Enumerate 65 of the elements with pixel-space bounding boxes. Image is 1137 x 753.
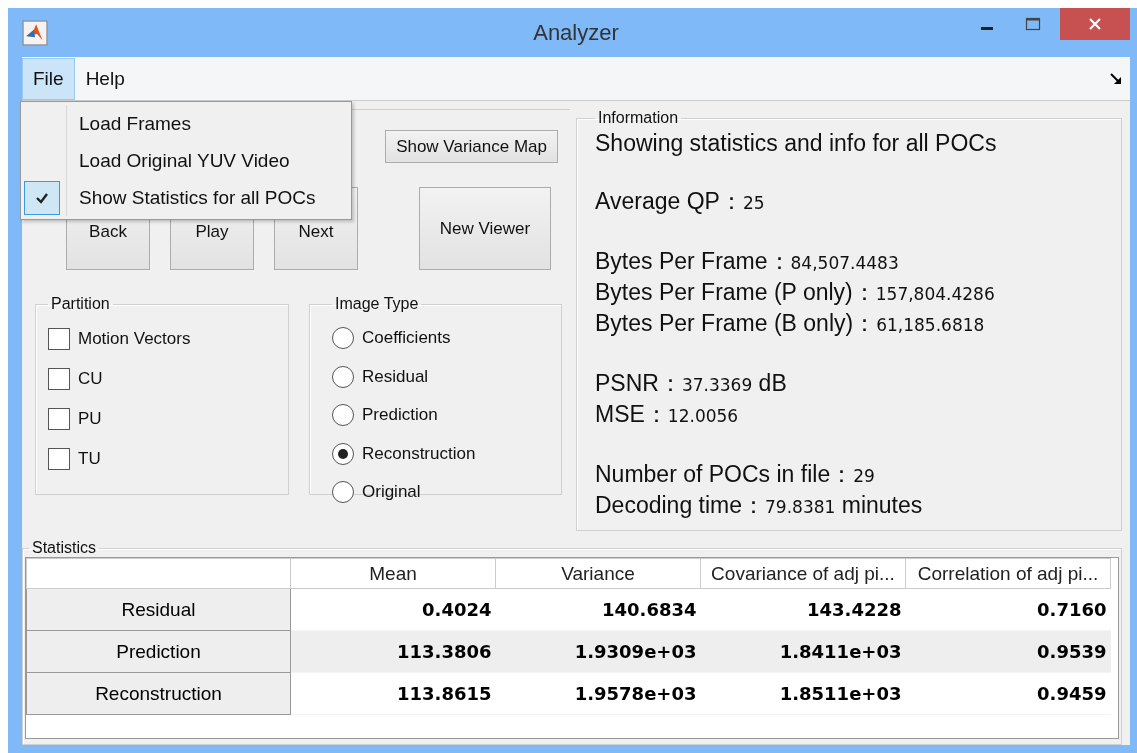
radio-button[interactable] bbox=[332, 327, 354, 350]
checkbox-box[interactable] bbox=[48, 368, 70, 390]
app-logo-icon bbox=[22, 19, 48, 46]
info-line: Average QP：25 bbox=[595, 187, 766, 216]
info-line: Showing statistics and info for all POCs bbox=[595, 129, 998, 158]
info-line: Number of POCs in file：29 bbox=[595, 460, 876, 489]
info-line: MSE：12.0056 bbox=[595, 400, 740, 429]
minimize-icon bbox=[981, 26, 993, 30]
info-line: Bytes Per Frame：84,507.4483 bbox=[595, 247, 900, 276]
show-variance-map-button[interactable]: Show Variance Map bbox=[385, 130, 558, 163]
checkbox-box[interactable] bbox=[48, 328, 70, 350]
info-line: Bytes Per Frame (P only)：157,804.4286 bbox=[595, 278, 996, 307]
menu-item[interactable]: Help bbox=[74, 57, 136, 100]
menu-item[interactable]: Load Frames bbox=[21, 105, 351, 142]
table-cell: 0.7160 bbox=[905, 588, 1111, 631]
table-cell: 1.8411e+03 bbox=[700, 630, 906, 673]
table-cell: 113.8615 bbox=[290, 672, 496, 715]
info-line: Decoding time：79.8381 minutes bbox=[595, 491, 924, 520]
checkbox-label: CU bbox=[78, 369, 103, 389]
panel-title: Information bbox=[597, 109, 680, 127]
table-cell: 0.9459 bbox=[905, 672, 1111, 715]
radio-label: Coefficients bbox=[362, 328, 451, 349]
table-cell: 0.4024 bbox=[290, 588, 496, 631]
radio-button[interactable] bbox=[332, 365, 354, 388]
checkbox-label: TU bbox=[78, 449, 101, 469]
row-header[interactable]: Residual bbox=[26, 588, 291, 631]
checkbox-label: PU bbox=[78, 409, 102, 429]
menu-item[interactable]: Load Original YUV Video bbox=[21, 142, 351, 179]
info-line: PSNR：37.3369 dB bbox=[595, 369, 788, 398]
table-cell: 140.6834 bbox=[495, 588, 701, 631]
info-line: Bytes Per Frame (B only)：61,185.6818 bbox=[595, 309, 986, 338]
new-viewer-button[interactable]: New Viewer bbox=[419, 187, 551, 270]
row-header[interactable]: Reconstruction bbox=[26, 672, 291, 715]
column-header[interactable]: Mean bbox=[290, 558, 496, 589]
radio-label: Original bbox=[362, 482, 421, 503]
checkbox-box[interactable] bbox=[48, 408, 70, 430]
checkbox-box[interactable] bbox=[48, 448, 70, 470]
radio-label: Residual bbox=[362, 366, 429, 387]
table-cell: 1.9309e+03 bbox=[495, 630, 701, 673]
dock-arrow-icon[interactable] bbox=[1110, 72, 1122, 85]
table-cell: 113.3806 bbox=[290, 630, 496, 673]
table-cell: 143.4228 bbox=[700, 588, 906, 631]
row-header[interactable]: Prediction bbox=[26, 630, 291, 673]
radio-button[interactable] bbox=[332, 481, 354, 504]
column-header[interactable]: Variance bbox=[495, 558, 701, 589]
checkbox[interactable]: PU bbox=[48, 399, 276, 439]
checkbox[interactable]: CU bbox=[48, 359, 276, 399]
checkbox[interactable]: TU bbox=[48, 439, 276, 479]
column-header[interactable]: Covariance of adj pi... bbox=[700, 558, 906, 589]
table-cell: 0.9539 bbox=[905, 630, 1111, 673]
radio-button[interactable] bbox=[332, 442, 354, 465]
radio-label: Reconstruction bbox=[362, 443, 476, 464]
group-title: Image Type bbox=[334, 295, 420, 313]
close-button[interactable] bbox=[1060, 8, 1130, 40]
table-cell: 1.8511e+03 bbox=[700, 672, 906, 715]
radio-label: Prediction bbox=[362, 405, 438, 426]
checkbox-label: Motion Vectors bbox=[78, 329, 191, 349]
table-cell: 1.9578e+03 bbox=[495, 672, 701, 715]
panel-title: Statistics bbox=[31, 539, 97, 557]
column-header[interactable]: Correlation of adj pi... bbox=[905, 558, 1111, 589]
group-title: Partition bbox=[50, 295, 111, 313]
menu-item[interactable]: File bbox=[22, 57, 75, 100]
window-title: Analyzer bbox=[533, 20, 619, 46]
checkbox[interactable]: Motion Vectors bbox=[48, 319, 276, 359]
radio-button[interactable] bbox=[332, 404, 354, 427]
